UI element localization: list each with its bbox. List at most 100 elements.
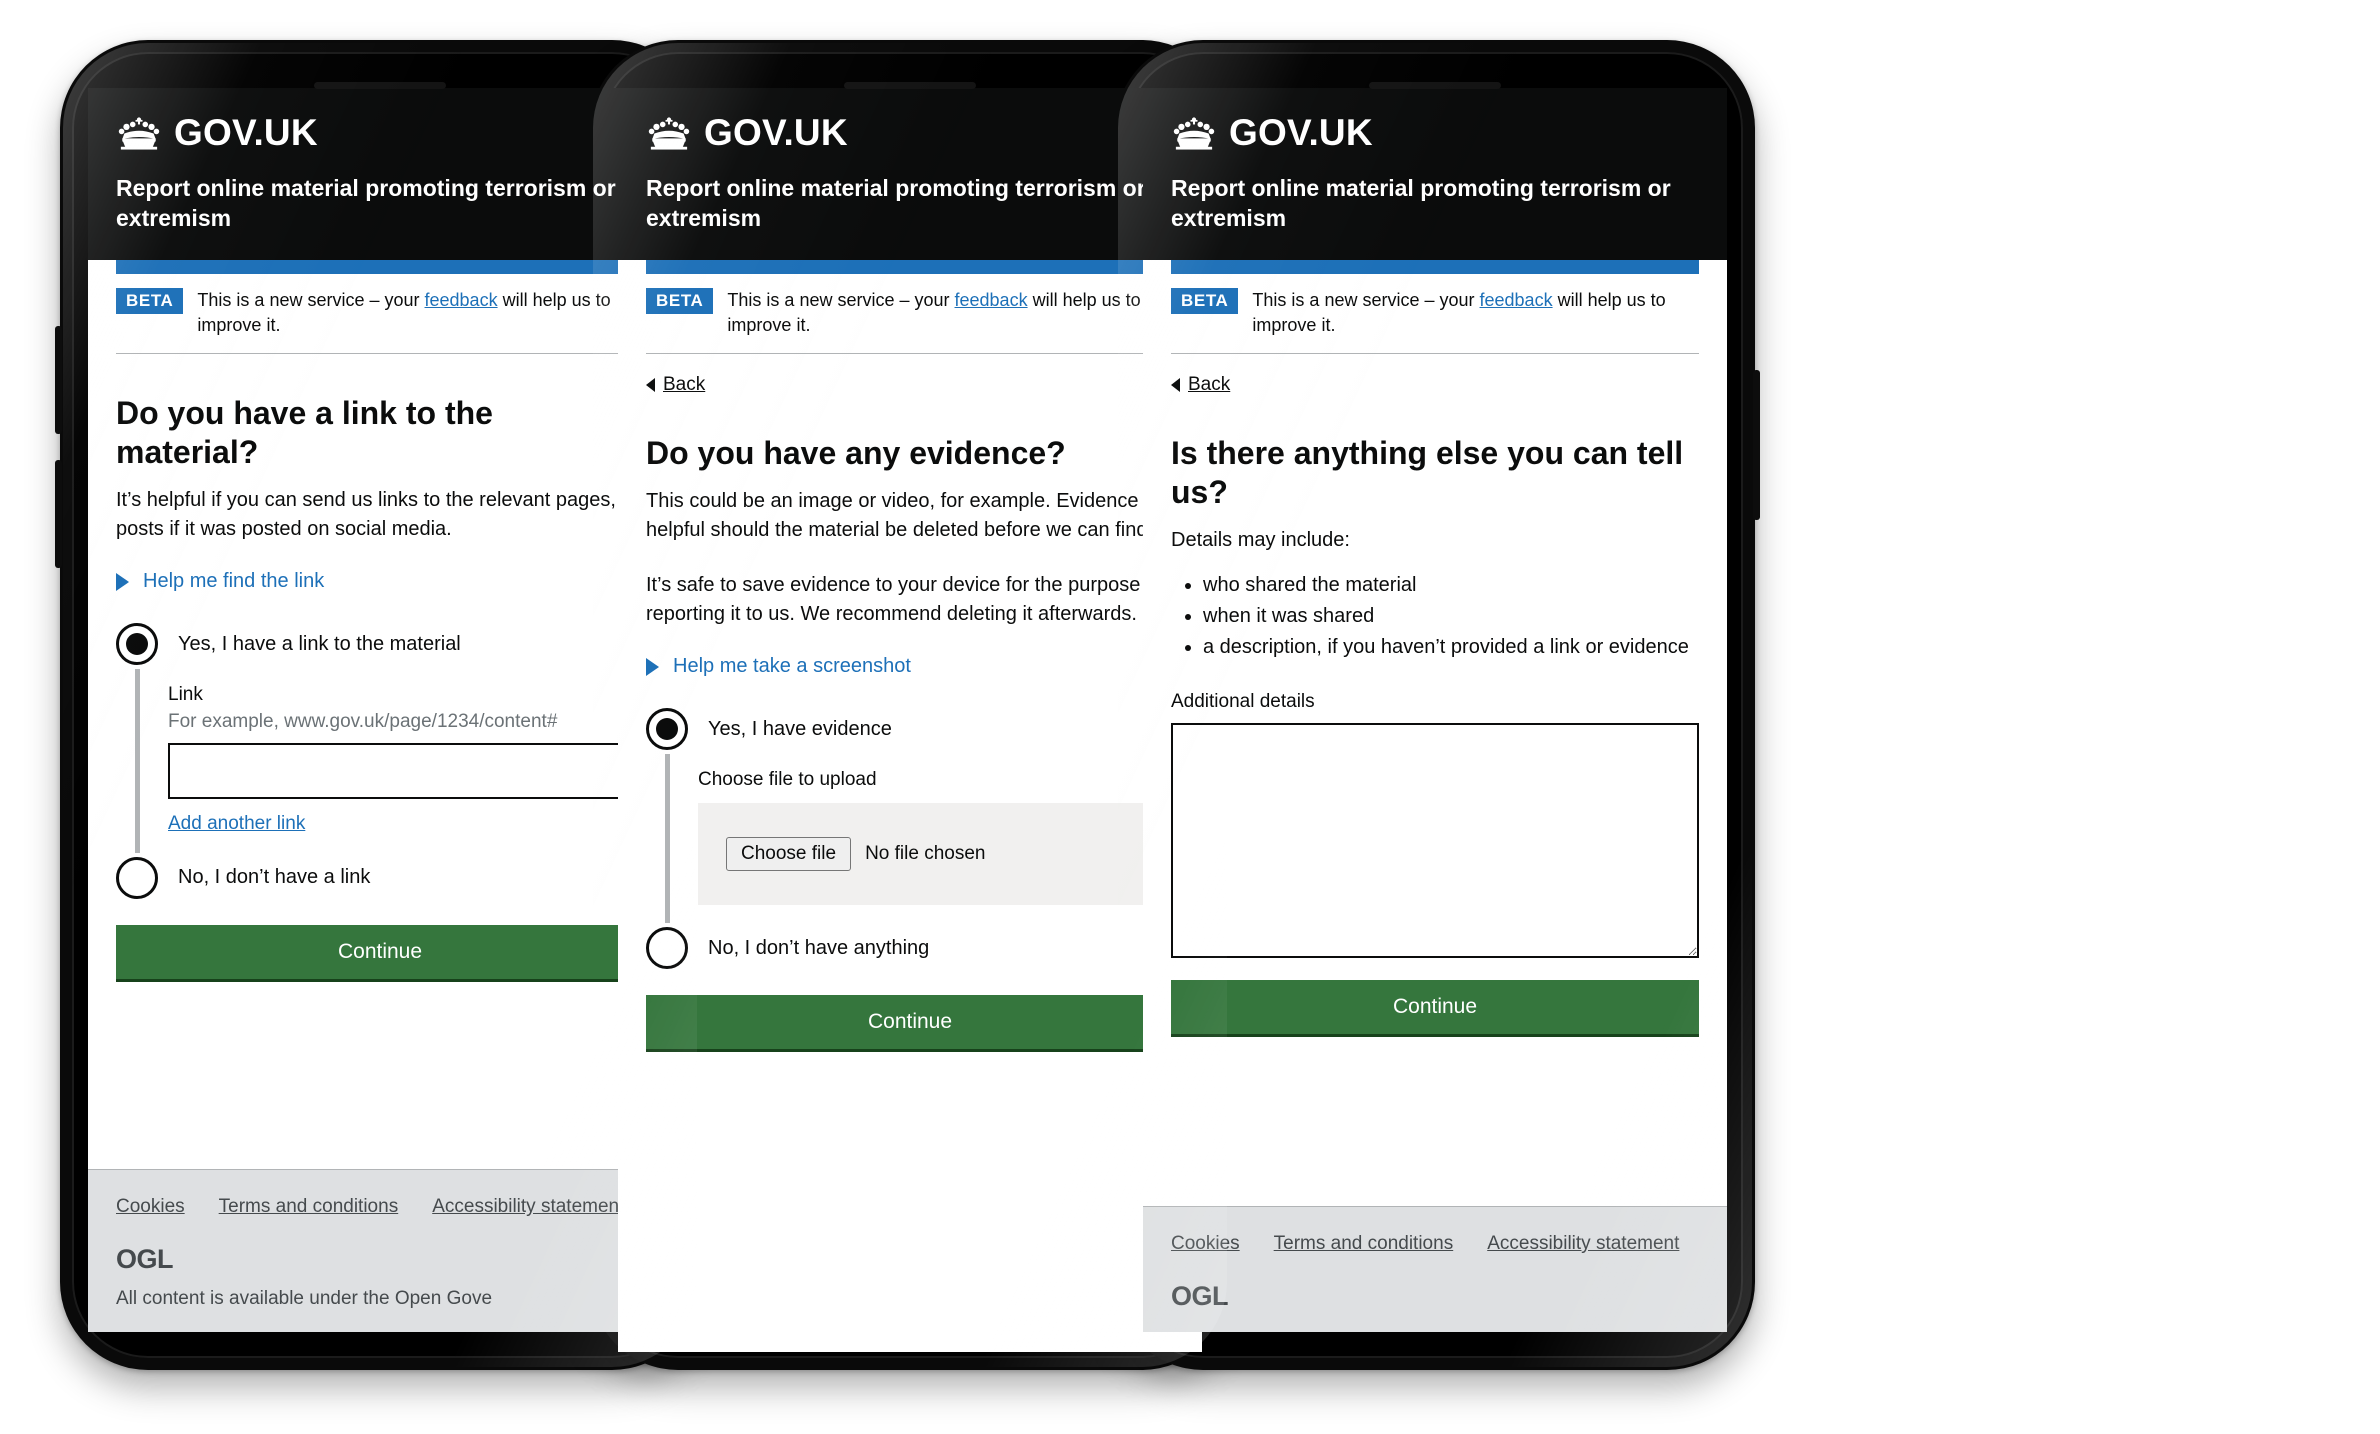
main-content-2: Back Do you have any evidence? This coul…: [618, 354, 1202, 1352]
back-link-2[interactable]: Back: [646, 374, 705, 396]
add-another-link-button[interactable]: Add another link: [168, 813, 305, 835]
phone-device-3: GOV.UK Report online material promoting …: [1110, 40, 1760, 1370]
radio-label-no-evidence: No, I don’t have anything: [708, 936, 930, 959]
radio-option-yes-evidence[interactable]: Yes, I have evidence: [646, 704, 1174, 754]
phase-banner-text-3: This is a new service – your feedback wi…: [1252, 288, 1699, 338]
govuk-header-3: GOV.UK Report online material promoting …: [1143, 88, 1727, 260]
back-link-label-3: Back: [1188, 374, 1231, 396]
govuk-logo-3[interactable]: GOV.UK: [1171, 114, 1699, 151]
radio-input-yes-evidence[interactable]: [646, 708, 688, 751]
screenshot-stage: GOV.UK Report online material promoting …: [0, 0, 2380, 1434]
govuk-wordmark: GOV.UK: [174, 112, 318, 153]
evidence-conditional-panel: Choose file to upload Choose file No fil…: [665, 754, 1174, 924]
evidence-radio-group: Yes, I have evidence Choose file to uplo…: [646, 704, 1174, 973]
footer-link-accessibility-1[interactable]: Accessibility statement: [432, 1196, 624, 1218]
radio-input-no-evidence[interactable]: [646, 927, 688, 970]
link-field-label: Link: [168, 684, 203, 706]
continue-button-1[interactable]: Continue: [116, 924, 644, 982]
crown-icon: [648, 116, 690, 150]
intro-paragraph-2a: This could be an image or video, for exa…: [646, 490, 1169, 542]
footer-3: Cookies Terms and conditions Accessibili…: [1143, 1206, 1727, 1332]
ogl-row-1: OGL: [116, 1244, 644, 1275]
govuk-wordmark: GOV.UK: [1229, 112, 1373, 153]
file-upload-box[interactable]: Choose file No file chosen: [698, 803, 1174, 906]
volume-up-button-1[interactable]: [55, 326, 62, 434]
upload-field-label: Choose file to upload: [698, 769, 877, 791]
phone-device-1: GOV.UK Report online material promoting …: [55, 40, 705, 1370]
phone-screen-2: GOV.UK Report online material promoting …: [618, 88, 1202, 1352]
footer-link-cookies-1[interactable]: Cookies: [116, 1196, 185, 1218]
radio-label-yes-evidence: Yes, I have evidence: [708, 717, 892, 740]
feedback-link-2[interactable]: feedback: [955, 290, 1028, 310]
phone-screen-1: GOV.UK Report online material promoting …: [88, 88, 672, 1332]
radio-option-no-evidence[interactable]: No, I don’t have anything: [646, 923, 1174, 973]
link-radio-group: Yes, I have a link to the material Link …: [116, 619, 644, 902]
footer-link-terms-1[interactable]: Terms and conditions: [219, 1196, 399, 1218]
continue-button-3[interactable]: Continue: [1171, 980, 1699, 1038]
ogl-licence-text-1: All content is available under the Open …: [116, 1288, 493, 1310]
ogl-row-3: OGL: [1171, 1281, 1699, 1312]
additional-details-input[interactable]: [1171, 723, 1699, 959]
feedback-link-3[interactable]: feedback: [1480, 290, 1553, 310]
crown-icon: [118, 116, 160, 150]
page-heading-2: Do you have any evidence?: [646, 435, 1066, 472]
content-spacer-2: [646, 1052, 1174, 1352]
phase-banner-3: BETA This is a new service – your feedba…: [1171, 274, 1699, 355]
phase-text-before-1: This is a new service – your: [197, 289, 425, 310]
choose-file-button[interactable]: Choose file: [726, 837, 852, 872]
intro-paragraph-3: Details may include:: [1171, 529, 1350, 552]
page-heading-1: Do you have a link to the material?: [116, 395, 493, 471]
radio-option-yes-link[interactable]: Yes, I have a link to the material: [116, 619, 644, 669]
phase-banner-2: BETA This is a new service – your feedba…: [646, 274, 1174, 355]
service-name-2: Report online material promoting terrori…: [646, 175, 1146, 232]
blue-accent-bar-2: [646, 259, 1174, 274]
additional-details-label: Additional details: [1171, 691, 1315, 713]
footer-links-1: Cookies Terms and conditions Accessibili…: [116, 1196, 644, 1218]
service-name-1: Report online material promoting terrori…: [116, 175, 616, 232]
earpiece-speaker-icon-2: [844, 82, 976, 89]
phone-screen-3: GOV.UK Report online material promoting …: [1143, 88, 1727, 1332]
radio-label-no-link: No, I don’t have a link: [178, 866, 371, 889]
footer-links-3: Cookies Terms and conditions Accessibili…: [1171, 1233, 1699, 1255]
power-button-3[interactable]: [1753, 370, 1760, 520]
content-spacer-3: [1171, 1037, 1699, 1206]
caret-right-icon-2: [646, 657, 659, 676]
govuk-logo-2[interactable]: GOV.UK: [646, 114, 1174, 151]
list-item: a description, if you haven’t provided a…: [1203, 633, 1699, 662]
radio-input-no-link[interactable]: [116, 856, 158, 899]
link-input[interactable]: [168, 742, 644, 799]
back-link-3[interactable]: Back: [1171, 374, 1230, 396]
caret-left-icon-2: [646, 378, 655, 393]
phase-text-before-3: This is a new service – your: [1252, 289, 1480, 310]
list-item: who shared the material: [1203, 571, 1699, 600]
ogl-logo-icon: OGL: [116, 1244, 174, 1275]
footer-1: Cookies Terms and conditions Accessibili…: [88, 1169, 672, 1332]
earpiece-speaker-icon-3: [1369, 82, 1501, 89]
beta-tag-3: BETA: [1171, 287, 1239, 315]
blue-accent-bar-3: [1171, 259, 1699, 274]
intro-paragraph-1: It’s helpful if you can send us links to…: [116, 489, 640, 541]
main-content-3: Back Is there anything else you can tell…: [1143, 354, 1727, 1206]
details-bullet-list: who shared the material when it was shar…: [1171, 571, 1699, 664]
volume-down-button-1[interactable]: [55, 460, 62, 568]
help-details-toggle-1[interactable]: Help me find the link: [116, 570, 324, 593]
radio-input-yes-link[interactable]: [116, 623, 158, 666]
footer-link-accessibility-3[interactable]: Accessibility statement: [1487, 1233, 1679, 1255]
govuk-logo-1[interactable]: GOV.UK: [116, 114, 644, 151]
radio-option-no-link[interactable]: No, I don’t have a link: [116, 853, 644, 903]
feedback-link-1[interactable]: feedback: [425, 290, 498, 310]
service-name-3: Report online material promoting terrori…: [1171, 175, 1671, 232]
phase-banner-text-2: This is a new service – your feedback wi…: [727, 288, 1174, 338]
govuk-header-1: GOV.UK Report online material promoting …: [88, 88, 672, 260]
govuk-wordmark: GOV.UK: [704, 112, 848, 153]
crown-icon: [1173, 116, 1215, 150]
caret-left-icon-3: [1171, 378, 1180, 393]
link-field-hint: For example, www.gov.uk/page/1234/conten…: [168, 711, 558, 733]
footer-link-cookies-3[interactable]: Cookies: [1171, 1233, 1240, 1255]
file-chosen-status: No file chosen: [865, 843, 986, 865]
radio-label-yes-link: Yes, I have a link to the material: [178, 632, 461, 655]
footer-link-terms-3[interactable]: Terms and conditions: [1274, 1233, 1454, 1255]
govuk-header-2: GOV.UK Report online material promoting …: [618, 88, 1202, 260]
continue-button-2[interactable]: Continue: [646, 995, 1174, 1053]
help-details-toggle-2[interactable]: Help me take a screenshot: [646, 655, 911, 678]
